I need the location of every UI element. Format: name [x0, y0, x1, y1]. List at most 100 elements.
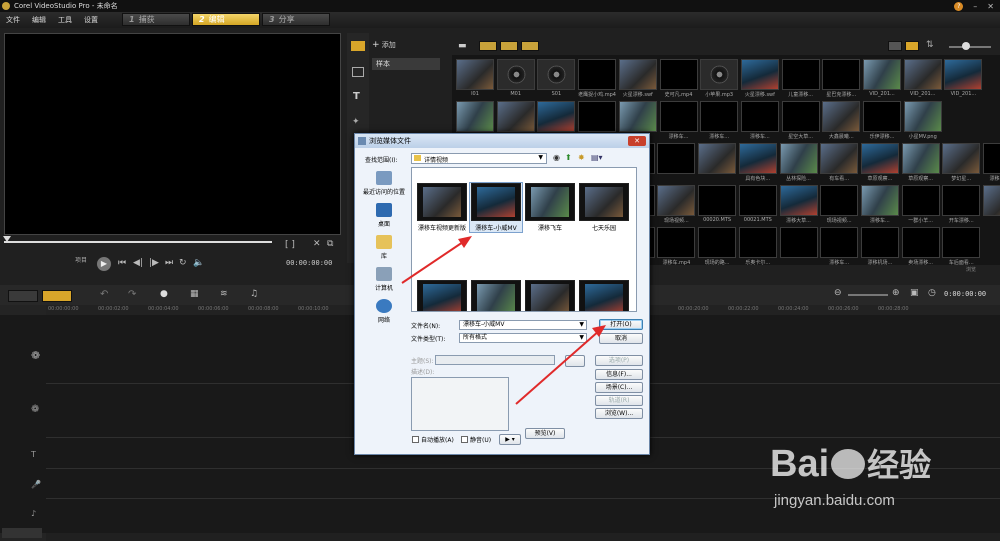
library-thumbnail[interactable] — [496, 59, 535, 90]
place-desktop[interactable]: 桌面 — [359, 201, 409, 237]
library-thumbnail[interactable] — [657, 185, 696, 216]
library-thumbnail[interactable] — [863, 101, 901, 132]
library-thumbnail[interactable] — [659, 59, 698, 90]
library-thumbnail[interactable] — [740, 59, 779, 90]
file-item[interactable]: 漂移飞车 — [524, 183, 576, 232]
timeline-timecode[interactable]: 0:00:00:00 — [944, 290, 986, 298]
undo-icon[interactable]: ↶ — [100, 289, 108, 300]
library-thumbnail[interactable] — [779, 227, 818, 258]
library-thumbnail[interactable] — [779, 185, 818, 216]
zoom-slider[interactable] — [848, 294, 888, 296]
lookin-select[interactable]: 详情视频 ▼ — [411, 153, 547, 164]
preview-thumb-button[interactable] — [565, 355, 585, 367]
library-thumbnail[interactable] — [659, 101, 698, 132]
help-icon[interactable]: ? — [954, 1, 964, 11]
timeline-view-button[interactable] — [42, 290, 72, 302]
repeat-icon[interactable]: ↻ — [179, 258, 187, 268]
file-item[interactable] — [416, 280, 468, 311]
library-thumbnail[interactable] — [537, 101, 576, 132]
library-thumbnail[interactable] — [657, 143, 696, 174]
library-thumbnail[interactable] — [901, 227, 940, 258]
library-thumbnail[interactable] — [618, 101, 657, 132]
library-thumbnail[interactable] — [578, 101, 617, 132]
library-thumbnail[interactable] — [860, 143, 899, 174]
file-item[interactable] — [470, 280, 522, 311]
library-thumbnail[interactable] — [860, 185, 899, 216]
library-thumbnail[interactable] — [903, 59, 942, 90]
library-thumbnail[interactable] — [657, 227, 696, 258]
mute-checkbox[interactable] — [461, 436, 468, 443]
menu-tools[interactable]: 工具 — [52, 15, 78, 25]
record-icon[interactable]: ● — [160, 289, 168, 299]
new-folder-icon[interactable]: ✸ — [578, 153, 585, 162]
library-thumbnail[interactable] — [942, 227, 981, 258]
volume-icon[interactable]: 🔈 — [193, 258, 204, 268]
library-thumbnail[interactable] — [698, 185, 737, 216]
library-thumbnail[interactable] — [942, 143, 981, 174]
close-window-button[interactable]: ✕ — [987, 2, 994, 11]
cancel-button[interactable]: 取消 — [599, 333, 643, 344]
next-frame-icon[interactable]: |▶ — [149, 258, 159, 268]
transition-icon[interactable] — [352, 67, 364, 77]
scrubber-handle[interactable] — [3, 236, 11, 242]
place-computer[interactable]: 计算机 — [359, 265, 409, 301]
step-edit[interactable]: 2 编辑 — [192, 13, 260, 26]
library-thumbnail[interactable] — [942, 185, 981, 216]
library-thumbnail[interactable] — [901, 185, 940, 216]
step-capture[interactable]: 1 捕获 — [122, 13, 190, 26]
library-thumbnail[interactable] — [738, 227, 777, 258]
redo-icon[interactable]: ↷ — [128, 289, 136, 300]
library-thumbnail[interactable] — [740, 101, 779, 132]
home-icon[interactable]: ⏮ — [118, 258, 126, 268]
library-thumbnail[interactable] — [698, 227, 737, 258]
library-thumbnail[interactable] — [863, 59, 901, 90]
desc-input[interactable] — [411, 377, 509, 431]
end-icon[interactable]: ⏭ — [165, 258, 173, 268]
auto-music-icon[interactable]: ♫ — [250, 289, 258, 299]
library-thumbnail[interactable] — [983, 143, 1000, 174]
file-item[interactable] — [524, 280, 576, 311]
cut-icon[interactable]: ✕ — [313, 239, 321, 249]
info-button[interactable]: 信息(F)... — [595, 369, 643, 380]
library-thumbnail[interactable] — [820, 227, 859, 258]
prev-frame-icon[interactable]: ◀| — [133, 258, 143, 268]
browse-button[interactable]: 浏览(W)... — [595, 408, 643, 419]
library-thumbnail[interactable] — [983, 185, 1000, 216]
media-icon[interactable] — [351, 41, 365, 51]
menu-edit[interactable]: 编辑 — [26, 15, 52, 25]
slider-knob[interactable] — [962, 42, 970, 50]
library-thumbnail[interactable] — [860, 227, 899, 258]
autoplay-checkbox[interactable] — [412, 436, 419, 443]
step-share[interactable]: 3 分享 — [262, 13, 330, 26]
library-thumbnail[interactable] — [578, 59, 617, 90]
library-thumbnail[interactable] — [822, 101, 861, 132]
sort-icon[interactable]: ⇅ — [926, 40, 934, 50]
file-item[interactable]: 漂移车-小威MV — [469, 182, 523, 233]
library-thumbnail[interactable] — [738, 143, 777, 174]
folder-icon[interactable]: ▬ — [458, 41, 467, 51]
library-thumbnail[interactable] — [700, 59, 739, 90]
show-photo-button[interactable] — [500, 41, 518, 51]
menu-settings[interactable]: 设置 — [78, 15, 104, 25]
thumbnail-view-button[interactable] — [905, 41, 919, 51]
browse-hint[interactable]: 浏览 — [966, 266, 976, 273]
minimize-button[interactable]: – — [973, 2, 977, 11]
thumb-size-slider[interactable] — [949, 46, 991, 48]
library-thumbnail[interactable] — [618, 59, 657, 90]
library-thumbnail[interactable] — [820, 143, 859, 174]
library-thumbnail[interactable] — [820, 185, 859, 216]
zoom-out-icon[interactable]: ⊖ — [834, 288, 842, 298]
fit-project-icon[interactable]: ▣ — [910, 288, 919, 298]
play-preview-button[interactable]: ▶ ▾ — [499, 434, 521, 445]
dialog-close-button[interactable]: ✕ — [628, 136, 646, 146]
preview-button[interactable]: 预览(V) — [525, 428, 565, 439]
open-button[interactable]: 打开(O) — [599, 319, 643, 330]
up-folder-icon[interactable]: ⬆ — [565, 153, 572, 162]
back-icon[interactable]: ◉ — [553, 153, 560, 162]
library-thumbnail[interactable] — [496, 101, 535, 132]
timeline-scroll-left[interactable] — [2, 528, 42, 538]
options-button[interactable]: 选项(P) — [595, 355, 643, 366]
enlarge-icon[interactable]: ⧉ — [327, 239, 333, 249]
filetype-select[interactable]: 所有格式 ▼ — [459, 333, 587, 343]
audio-wave-icon[interactable]: ≋ — [220, 289, 228, 299]
